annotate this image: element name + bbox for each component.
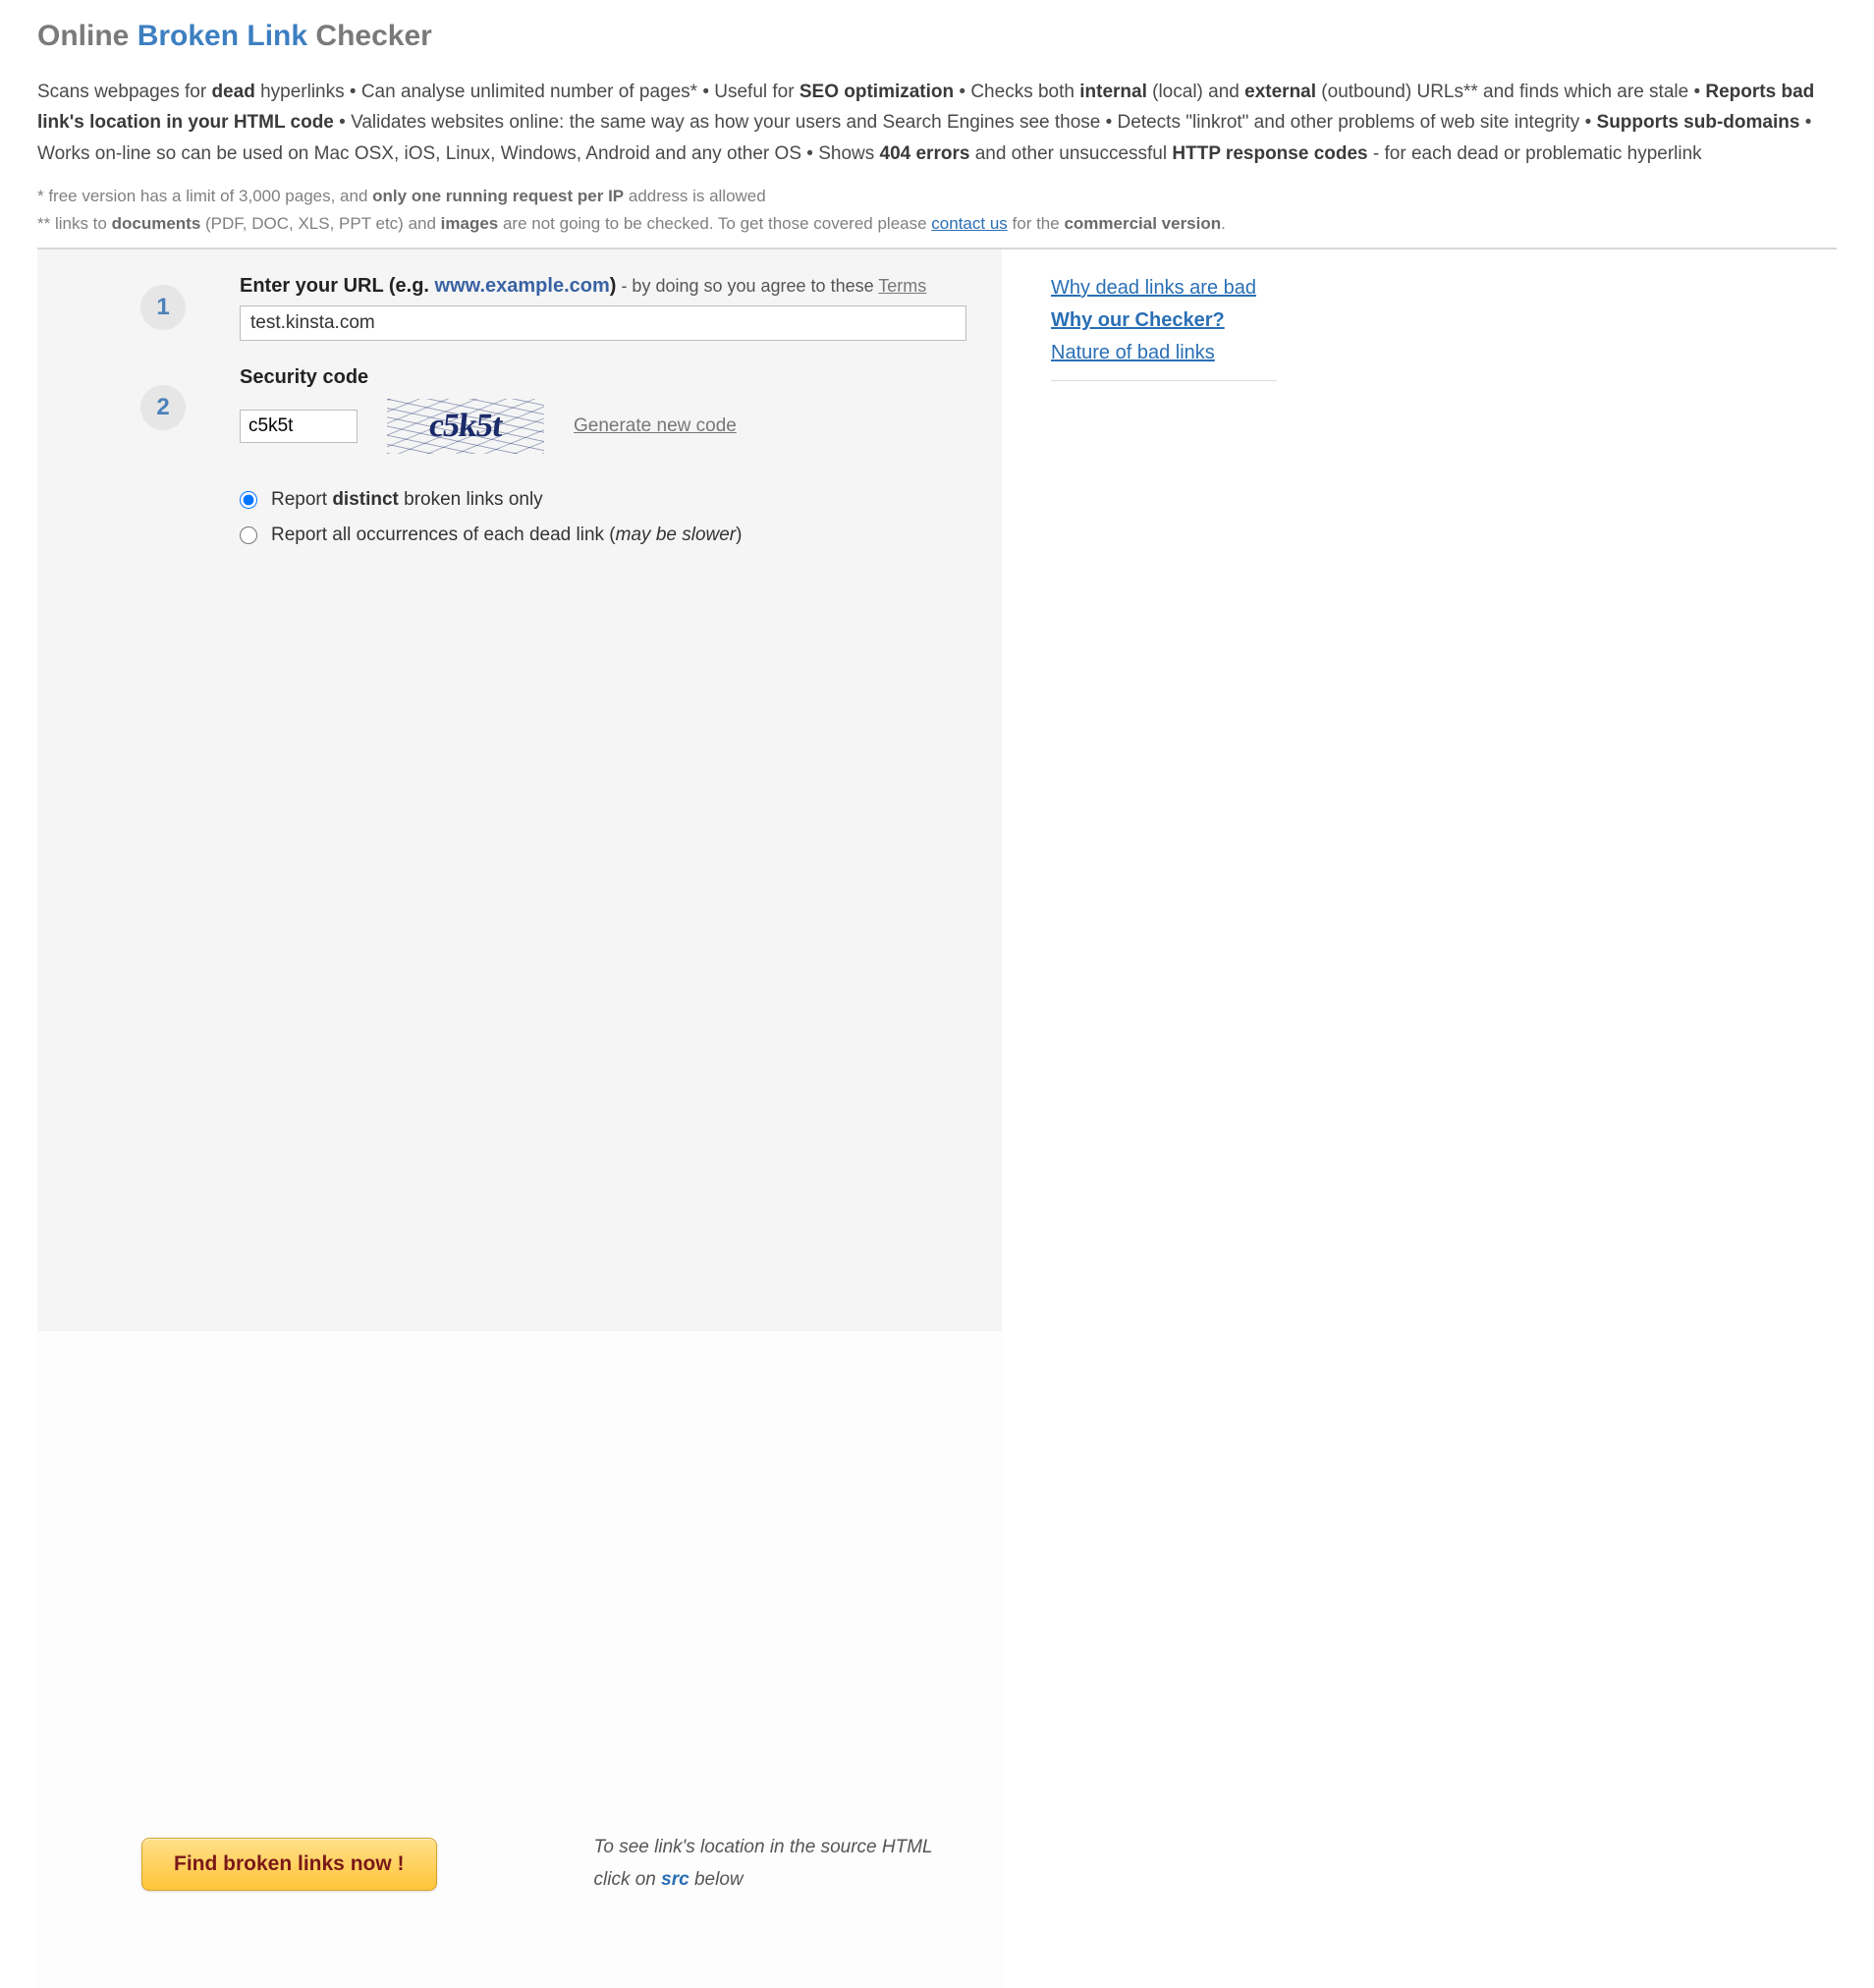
sidebar-divider <box>1051 380 1277 381</box>
url-label-example: www.example.com <box>435 275 610 297</box>
desc-part: (outbound) URLs** and finds which are st… <box>1316 82 1705 102</box>
title-suffix: Checker <box>307 20 432 52</box>
hint-text: To see link's location in the source HTM… <box>594 1832 933 1896</box>
generate-new-code-link[interactable]: Generate new code <box>574 415 737 437</box>
desc-bold: SEO optimization <box>799 82 954 102</box>
desc-part: - for each dead or problematic hyperlink <box>1368 143 1702 164</box>
radio-distinct-input[interactable] <box>240 491 257 509</box>
desc-bold: HTTP response codes <box>1172 143 1367 164</box>
radio-all-label: Report all occurrences of each dead link… <box>271 525 742 546</box>
terms-link[interactable]: Terms <box>878 276 926 296</box>
form-panel: 1 2 Enter your URL (e.g. www.example.com… <box>37 249 1002 1330</box>
r2-post: ) <box>736 525 742 545</box>
page-title: Online Broken Link Checker <box>37 20 1837 53</box>
security-code-label: Security code <box>240 366 966 389</box>
hint-post: below <box>689 1869 744 1890</box>
url-input[interactable] <box>240 305 966 341</box>
captcha-text: c5k5t <box>384 399 547 454</box>
url-sublabel: - by doing so you agree to these <box>616 276 878 296</box>
fn-part: . <box>1221 214 1226 233</box>
r1-bold: distinct <box>332 489 399 510</box>
hint-pre: click on <box>594 1869 662 1890</box>
footnote-2: ** links to documents (PDF, DOC, XLS, PP… <box>37 214 1837 234</box>
r1-post: broken links only <box>399 489 543 510</box>
fn-bold: documents <box>112 214 201 233</box>
fn-part: for the <box>1008 214 1065 233</box>
fn-part: ** links to <box>37 214 112 233</box>
fn-bold: commercial version <box>1064 214 1221 233</box>
url-label-prefix: Enter your URL (e.g. <box>240 275 435 297</box>
fn-part: (PDF, DOC, XLS, PPT etc) and <box>200 214 440 233</box>
desc-bold: dead <box>211 82 254 102</box>
description-text: Scans webpages for dead hyperlinks • Can… <box>37 77 1837 169</box>
fn-part: are not going to be checked. To get thos… <box>498 214 931 233</box>
desc-part: (local) and <box>1147 82 1244 102</box>
step-badge-2: 2 <box>140 385 186 430</box>
url-label: Enter your URL (e.g. www.example.com) - … <box>240 275 966 298</box>
desc-bold: external <box>1244 82 1316 102</box>
desc-part: hyperlinks • Can analyse unlimited numbe… <box>255 82 799 102</box>
hint-line1: To see link's location in the source HTM… <box>594 1832 933 1863</box>
find-broken-links-button[interactable]: Find broken links now ! <box>141 1838 437 1891</box>
captcha-image: c5k5t <box>387 399 544 454</box>
security-code-input[interactable] <box>240 410 358 443</box>
fn-bold: images <box>441 214 499 233</box>
radio-all-input[interactable] <box>240 526 257 544</box>
contact-us-link[interactable]: contact us <box>931 214 1008 233</box>
desc-part: • Checks both <box>954 82 1079 102</box>
fn-bold: only one running request per IP <box>372 187 624 205</box>
radio-all-occurrences[interactable]: Report all occurrences of each dead link… <box>240 525 966 546</box>
radio-distinct[interactable]: Report distinct broken links only <box>240 489 966 511</box>
desc-part: • Validates websites online: the same wa… <box>334 112 1597 133</box>
desc-bold: Supports sub-domains <box>1597 112 1800 133</box>
fn-part: address is allowed <box>624 187 766 205</box>
desc-bold: internal <box>1079 82 1147 102</box>
sidebar-link-nature[interactable]: Nature of bad links <box>1051 342 1827 364</box>
desc-part: and other unsuccessful <box>969 143 1172 164</box>
desc-part: Scans webpages for <box>37 82 211 102</box>
sidebar: Why dead links are bad Why our Checker? … <box>1041 249 1837 1988</box>
desc-bold: 404 errors <box>880 143 970 164</box>
r1-pre: Report <box>271 489 332 510</box>
fn-part: * free version has a limit of 3,000 page… <box>37 187 372 205</box>
r2-pre: Report all occurrences of each dead link… <box>271 525 616 545</box>
step-badge-1: 1 <box>140 285 186 330</box>
sidebar-link-why-checker[interactable]: Why our Checker? <box>1051 309 1827 332</box>
title-prefix: Online <box>37 20 138 52</box>
hint-src-keyword: src <box>661 1869 689 1890</box>
sidebar-link-why-bad[interactable]: Why dead links are bad <box>1051 277 1827 300</box>
title-highlight: Broken Link <box>138 20 307 52</box>
r2-italic: may be slower <box>616 525 737 545</box>
action-bar: Find broken links now ! To see link's lo… <box>37 1330 1002 1988</box>
radio-distinct-label: Report distinct broken links only <box>271 489 543 511</box>
hint-line2: click on src below <box>594 1864 933 1896</box>
footnote-1: * free version has a limit of 3,000 page… <box>37 187 1837 206</box>
